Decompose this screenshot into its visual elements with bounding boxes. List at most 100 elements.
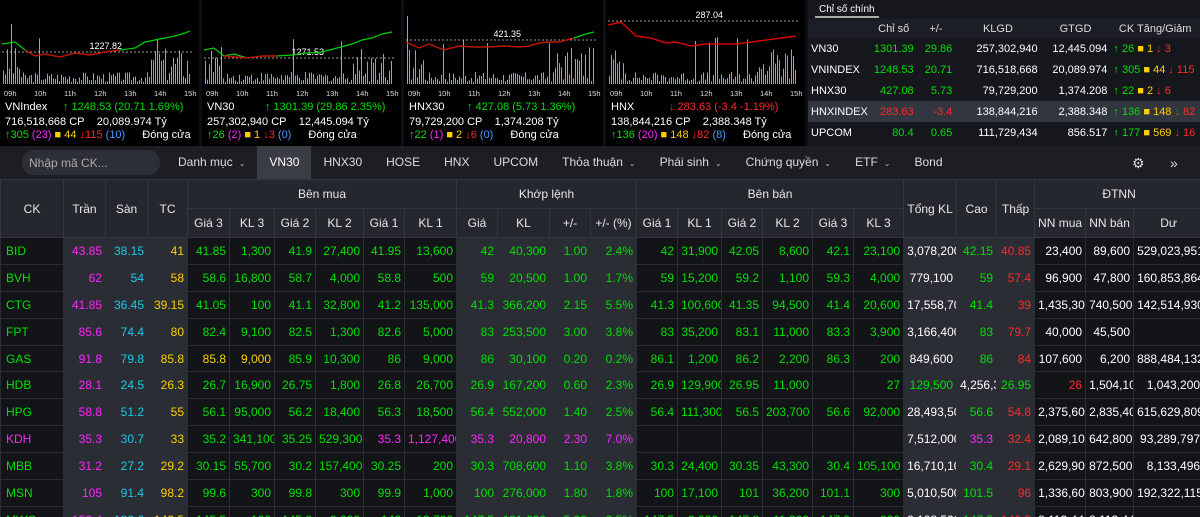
time-tick: 13h (730, 89, 743, 98)
mini-chart-hnx[interactable]: 287.04 09h 10h 11h 12h 13h 14h 15h HNX ↓ 283.63 (… (606, 0, 805, 146)
time-tick: 13h (124, 89, 137, 98)
volume-bar (439, 80, 440, 84)
tab-main-indices[interactable]: Chỉ số chính (815, 0, 879, 18)
stock-symbol[interactable]: FPT (0, 317, 64, 346)
stock-symbol[interactable]: MWG (0, 505, 64, 517)
table-row[interactable]: HPG 58.8 51.2 55 56.1 95,000 56.2 18,400 56.3 18,… (0, 398, 1200, 427)
volume-bar (409, 49, 410, 84)
index-row[interactable]: HNX30 427.08 5.73 79,729,200 1,374.208 ↑… (808, 80, 1200, 101)
cell: 35.2 (187, 425, 230, 454)
index-row[interactable]: UPCOM 80.4 0.65 111,729,434 856.517 ↑ 17… (808, 122, 1200, 143)
cell: 147.5 (456, 505, 498, 517)
cell: 36.45 (105, 290, 148, 319)
volume-bar (437, 79, 438, 84)
tab-th-a-thu-n[interactable]: Thỏa thuận ⌄ (550, 146, 647, 179)
stock-symbol[interactable]: MBB (0, 452, 64, 481)
mini-chart-hnx30[interactable]: 421.35 09h 10h 11h 12h 13h 14h 15h HNX30 ↑ 427.08… (404, 0, 603, 146)
table-row[interactable]: MBB 31.2 27.2 29.2 30.15 55,700 30.2 157,400 30.… (0, 452, 1200, 481)
tab-hose[interactable]: HOSE (374, 146, 432, 179)
tab-etf[interactable]: ETF ⌄ (843, 146, 902, 179)
volume-bar (185, 78, 186, 84)
cell: 2,375,600 (1034, 398, 1087, 427)
stock-symbol[interactable]: BID (0, 237, 64, 265)
tab-hnx30[interactable]: HNX30 (311, 146, 374, 179)
volume-bar (733, 79, 734, 84)
stock-symbol[interactable]: KDH (0, 425, 64, 454)
time-tick: 11h (468, 89, 480, 98)
volume-bar (525, 72, 526, 84)
volume-bar (7, 49, 8, 84)
volume-bar (655, 72, 656, 84)
table-row[interactable]: KDH 35.3 30.7 33 35.2 341,100 35.25 529,300 35.3… (0, 425, 1200, 454)
collapse-chevrons-icon[interactable]: » (1170, 155, 1178, 171)
index-volume-row: 138,844,216 CP 2,388.348 Tỷ (611, 116, 767, 128)
stock-symbol[interactable]: CTG (0, 290, 64, 319)
index-row[interactable]: VN30 1301.39 29.86 257,302,940 12,445.09… (808, 38, 1200, 59)
table-row[interactable]: BID 43.85 38.15 41 41.85 1,300 41.9 27,400 41.95… (0, 237, 1200, 265)
mini-chart-vn30[interactable]: 1271.53 09h 10h 11h 12h 13h 14h 15h VN30 ↑ 1301.3… (202, 0, 401, 146)
volume-bar (637, 78, 638, 84)
mini-chart-vnindex[interactable]: 1227.82 09h 10h 11h 12h 13h 14h 15h VNIndex ↑ 124… (0, 0, 199, 146)
volume-bar (9, 68, 10, 84)
table-row[interactable]: HDB 28.1 24.5 26.3 26.7 16,900 26.75 1,800 26.8 2… (0, 371, 1200, 400)
tab-ch-ng-quy-n[interactable]: Chứng quyền ⌄ (734, 146, 843, 179)
index-row[interactable]: VNINDEX 1248.53 20.71 716,518,668 20,089… (808, 59, 1200, 80)
volume-bar (719, 78, 720, 84)
cell: 157,400 (315, 452, 364, 481)
stock-symbol[interactable]: HPG (0, 398, 64, 427)
volume-bar (545, 78, 546, 84)
volume-bar (289, 77, 290, 84)
tab-upcom[interactable]: UPCOM (481, 146, 550, 179)
cell: 41.85 (187, 237, 230, 265)
volume-bar (753, 81, 754, 84)
cell: 11,300 (762, 505, 813, 517)
stock-symbol[interactable]: BVH (0, 263, 64, 292)
tab-bond[interactable]: Bond (902, 146, 954, 179)
tab-label: Danh mục (178, 155, 233, 169)
cell: 803,900 (1085, 479, 1135, 507)
tab-hnx[interactable]: HNX (432, 146, 481, 179)
volume-bar (691, 79, 692, 84)
volume-bar (661, 75, 662, 84)
floor-count: (10) (105, 129, 126, 141)
cell: 42.05 (721, 237, 763, 265)
stock-symbol[interactable]: MSN (0, 479, 64, 507)
col-index-value-traded: GTGD (1040, 19, 1111, 38)
volume-bar (781, 76, 782, 84)
volume-bar (159, 53, 160, 84)
volume-bar (793, 55, 794, 84)
table-row[interactable]: CTG 41.85 36.45 39.15 41.05 100 41.1 32,800 41.2… (0, 290, 1200, 319)
cell: 4,256,300 (956, 371, 998, 400)
volume-bar (109, 72, 110, 84)
gear-icon[interactable]: ⚙ (1132, 155, 1145, 172)
table-row[interactable]: BVH 62 54 58 58.6 16,800 58.7 4,000 58.8 500 59 20,… (0, 263, 1200, 292)
volume-bar (649, 77, 650, 84)
volume-bar (259, 81, 260, 84)
tab-vn30[interactable]: VN30 (257, 146, 312, 179)
cell: 35.3 (456, 425, 498, 454)
stock-symbol[interactable]: GAS (0, 344, 64, 373)
tab-danh-m-c[interactable]: Danh mục ⌄ (166, 146, 257, 179)
volume-bar (173, 57, 174, 84)
table-row[interactable]: MWG152.4132.6142.5145.5100145.83,0001461… (0, 505, 1200, 517)
volume-bar (423, 60, 424, 84)
cell: 13,700 (404, 505, 457, 517)
index-breadth-row: ↑136 (20) ■ 148 ↓82 (8) Đóng cửa (611, 129, 791, 141)
volume-bar (33, 81, 34, 84)
stock-symbol[interactable]: HDB (0, 371, 64, 400)
index-volume: 257,302,940 (976, 42, 1038, 55)
volume-bar (237, 81, 238, 84)
search-input[interactable]: Nhập mã CK... (22, 150, 160, 175)
table-row[interactable]: MSN 105 91.4 98.2 99.6 300 99.8 300 99.9 1,000 100… (0, 479, 1200, 507)
table-row[interactable]: GAS 91.8 79.8 85.8 85.8 9,000 85.9 10,300 86 9,00… (0, 344, 1200, 373)
index-row[interactable]: HNXINDEX 283.63 -3.4 138,844,216 2,388.3… (808, 101, 1200, 122)
volume-bar (527, 79, 528, 84)
cell: 145.8 (274, 505, 316, 517)
volume-bar (169, 72, 170, 84)
tab-ph-i-sinh[interactable]: Phái sinh ⌄ (648, 146, 734, 179)
volume-bar (387, 80, 388, 84)
table-row[interactable]: FPT 85.6 74.4 80 82.4 9,100 82.5 1,300 82.6 5,000… (0, 317, 1200, 346)
advancers: ↑ 177 (1113, 126, 1141, 139)
volume-bar (647, 78, 648, 84)
cell: 1,800 (315, 371, 364, 400)
